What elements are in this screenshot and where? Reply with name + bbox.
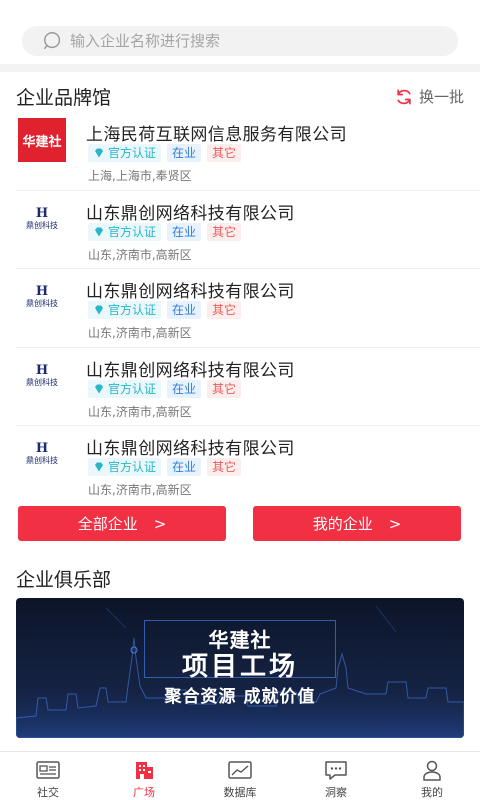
arrow-right-icon: > — [388, 514, 402, 533]
company-list: 华建社 上海民荷互联网信息服务有限公司 官方认证 在业 其它 上海,上海市,奉贤… — [0, 112, 480, 505]
company-item[interactable]: H 鼎创科技 山东鼎创网络科技有限公司 官方认证 在业 其它 山东,济南市,高新… — [16, 348, 480, 426]
company-logo: H 鼎创科技 — [26, 284, 58, 309]
news-icon — [36, 761, 60, 779]
company-tags: 官方认证 在业 其它 — [88, 144, 247, 162]
cert-badge: 官方认证 — [88, 301, 162, 319]
company-item[interactable]: H 鼎创科技 山东鼎创网络科技有限公司 官方认证 在业 其它 山东,济南市,高新… — [16, 191, 480, 269]
search-icon — [44, 32, 61, 50]
type-badge: 其它 — [207, 222, 242, 241]
my-companies-button[interactable]: 我的企业 > — [253, 506, 461, 541]
diamond-icon — [95, 384, 103, 393]
company-name: 山东鼎创网络科技有限公司 — [86, 282, 295, 302]
company-tags: 官方认证 在业 其它 — [88, 222, 247, 241]
refresh-icon — [397, 89, 411, 104]
type-badge: 其它 — [207, 301, 242, 319]
tab-square[interactable]: 广场 — [96, 752, 192, 800]
cert-badge: 官方认证 — [88, 222, 162, 241]
company-logo: H 鼎创科技 — [26, 441, 58, 466]
building-icon — [136, 762, 153, 779]
divider — [0, 64, 480, 72]
logo-mark-icon: H — [35, 441, 49, 456]
cert-badge: 官方认证 — [88, 379, 162, 398]
type-badge: 其它 — [207, 144, 242, 162]
bottom-tab-bar: 社交 广场 数据库 洞察 我的 — [0, 751, 480, 800]
company-address: 山东,济南市,高新区 — [88, 247, 192, 262]
user-icon — [423, 760, 441, 781]
chart-icon — [228, 761, 252, 779]
status-badge: 在业 — [167, 379, 202, 398]
banner-title: 项目工场 — [181, 652, 298, 682]
company-logo: 华建社 — [18, 118, 66, 162]
company-address: 山东,济南市,高新区 — [88, 483, 192, 497]
cert-badge: 官方认证 — [88, 144, 162, 162]
type-badge: 其它 — [207, 379, 242, 398]
refresh-button[interactable]: 换一批 — [394, 86, 464, 107]
company-tags: 官方认证 在业 其它 — [88, 379, 247, 398]
company-tags: 官方认证 在业 其它 — [88, 301, 247, 319]
brand-section-title: 企业品牌馆 — [16, 86, 112, 109]
club-section-header: 企业俱乐部 — [0, 558, 480, 598]
banner-subtitle: 聚合资源 成就价值 — [164, 687, 316, 707]
company-address: 山东,济南市,高新区 — [88, 326, 192, 340]
diamond-icon — [95, 148, 103, 158]
brand-section-header: 企业品牌馆 换一批 — [0, 76, 480, 116]
company-name: 山东鼎创网络科技有限公司 — [86, 439, 295, 459]
company-name: 山东鼎创网络科技有限公司 — [86, 203, 295, 224]
all-companies-button[interactable]: 全部企业 > — [18, 506, 226, 541]
company-tags: 官方认证 在业 其它 — [88, 458, 247, 476]
page: 企业品牌馆 换一批 华建社 上海民荷互联网信息服务有限公司 官方认证 — [0, 0, 480, 800]
type-badge: 其它 — [207, 458, 242, 476]
diamond-icon — [95, 305, 103, 315]
status-badge: 在业 — [167, 301, 202, 319]
refresh-label: 换一批 — [418, 88, 464, 106]
tab-insight[interactable]: 洞察 — [288, 752, 384, 800]
company-logo: H 鼎创科技 — [26, 205, 58, 230]
search-input[interactable] — [70, 32, 430, 50]
status-badge: 在业 — [167, 144, 202, 162]
company-name: 上海民荷互联网信息服务有限公司 — [86, 125, 347, 145]
company-item[interactable]: H 鼎创科技 山东鼎创网络科技有限公司 官方认证 在业 其它 山东,济南市,高新… — [16, 426, 480, 505]
tab-social[interactable]: 社交 — [0, 752, 96, 800]
tab-database[interactable]: 数据库 — [192, 752, 288, 800]
diamond-icon — [95, 462, 103, 472]
tab-mine[interactable]: 我的 — [384, 752, 480, 800]
club-banner[interactable]: 华建社 项目工场 聚合资源 成就价值 — [16, 598, 464, 738]
search-bar[interactable] — [22, 26, 458, 56]
company-item[interactable]: 华建社 上海民荷互联网信息服务有限公司 官方认证 在业 其它 上海,上海市,奉贤… — [16, 112, 480, 191]
company-name: 山东鼎创网络科技有限公司 — [86, 360, 295, 381]
company-item[interactable]: H 鼎创科技 山东鼎创网络科技有限公司 官方认证 在业 其它 山东,济南市,高新… — [16, 269, 480, 348]
logo-mark-icon: H — [35, 362, 49, 378]
club-section-title: 企业俱乐部 — [16, 568, 112, 591]
logo-mark-icon: H — [35, 284, 49, 299]
arrow-right-icon: > — [153, 514, 167, 533]
company-address: 山东,济南市,高新区 — [88, 404, 192, 419]
status-badge: 在业 — [167, 222, 202, 241]
diamond-icon — [95, 227, 103, 236]
logo-mark-icon: H — [35, 205, 49, 221]
company-logo: H 鼎创科技 — [26, 362, 58, 387]
status-badge: 在业 — [167, 458, 202, 476]
cert-badge: 官方认证 — [88, 458, 162, 476]
message-icon — [325, 761, 347, 780]
search-header — [0, 0, 480, 68]
company-address: 上海,上海市,奉贤区 — [88, 169, 192, 183]
